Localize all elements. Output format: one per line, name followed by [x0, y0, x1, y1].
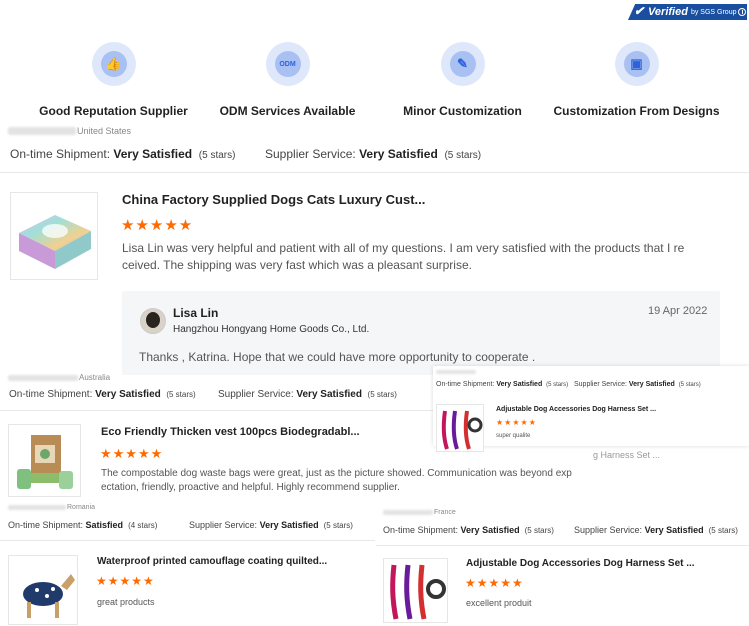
blurred-reviewer-name [8, 127, 76, 135]
review-text: excellent produit [466, 598, 532, 608]
divider [0, 172, 749, 173]
blurred-reviewer-name [383, 510, 433, 515]
checkmark-icon: ✔ [634, 4, 645, 18]
design-icon: ▣ [623, 51, 650, 77]
product-title-link[interactable]: Adjustable Dog Accessories Dog Harness S… [466, 558, 695, 569]
rating-stars: ★★★★★ [496, 418, 537, 427]
service-rating: Supplier Service: Very Satisfied (5 star… [218, 389, 397, 400]
product-image[interactable] [383, 558, 448, 623]
feature-minor-customization: ✎ Minor Customization [375, 42, 550, 118]
blurred-reviewer-name [436, 370, 476, 374]
product-image[interactable] [8, 555, 78, 625]
reviewer-location: United States [8, 126, 131, 136]
service-rating: Supplier Service: Very Satisfied (5 star… [574, 525, 738, 535]
reviewer-location [436, 370, 476, 374]
thumbs-up-icon: 👍 [100, 51, 127, 77]
blurred-reviewer-name [8, 505, 66, 510]
reply-author: Lisa Lin [173, 306, 219, 320]
reviewer-location: Australia [8, 373, 110, 382]
review-text: Lisa Lin was very helpful and patient wi… [122, 241, 685, 272]
product-title-link[interactable]: Waterproof printed camouflage coating qu… [97, 556, 327, 567]
feature-label: Good Reputation Supplier [39, 104, 188, 118]
avatar [140, 308, 166, 334]
service-rating: Supplier Service: Very Satisfied (5 star… [265, 147, 482, 161]
service-rating: Supplier Service: Very Satisfied (5 star… [189, 520, 353, 530]
feature-odm: ODM ODM Services Available [200, 42, 375, 118]
reviewer-location: Romania [8, 504, 95, 511]
partial-title: g Harness Set ... [593, 450, 661, 460]
feature-customization-designs: ▣ Customization From Designs [549, 42, 724, 118]
product-image[interactable] [10, 192, 98, 280]
rating-stars: ★★★★★ [121, 217, 194, 234]
reply-text: Thanks , Katrina. Hope that we could hav… [139, 350, 536, 364]
odm-icon: ODM [274, 51, 301, 77]
review-text: super qualite [496, 433, 531, 439]
tools-icon: ✎ [449, 51, 476, 77]
reviewer-country: United States [77, 126, 132, 136]
review-text: The compostable dog waste bags were grea… [101, 468, 572, 493]
divider [376, 545, 749, 546]
shipment-rating: On-time Shipment: Very Satisfied (5 star… [9, 389, 196, 400]
blurred-reviewer-name [8, 374, 78, 381]
review-text: great products [97, 597, 155, 607]
shipment-rating: On-time Shipment: Very Satisfied (5 star… [383, 525, 554, 535]
rating-stars: ★★★★★ [465, 576, 524, 590]
product-image[interactable] [8, 424, 81, 497]
feature-label: ODM Services Available [219, 104, 356, 118]
product-title-link[interactable]: China Factory Supplied Dogs Cats Luxury … [122, 192, 425, 207]
divider [0, 410, 435, 411]
feature-label: Minor Customization [403, 104, 522, 118]
feature-label: Customization From Designs [553, 104, 720, 118]
verified-by-label: by SGS Group [690, 8, 737, 16]
rating-stars: ★★★★★ [100, 446, 164, 461]
feature-good-reputation: 👍 Good Reputation Supplier [26, 42, 201, 118]
info-icon[interactable]: i [738, 8, 747, 16]
verified-label: Verified [648, 6, 688, 18]
product-title-link[interactable]: Eco Friendly Thicken vest 100pcs Biodegr… [101, 426, 360, 438]
verified-badge[interactable]: ✔ Verified by SGS Group i [628, 4, 747, 20]
shipment-rating: On-time Shipment: Very Satisfied (5 star… [436, 381, 569, 388]
rating-stars: ★★★★★ [96, 574, 155, 588]
product-title-link[interactable]: Adjustable Dog Accessories Dog Harness S… [496, 406, 656, 413]
shipment-rating: On-time Shipment: Satisfied (4 stars) [8, 520, 158, 530]
divider [0, 540, 375, 541]
reviewer-location: France [383, 509, 456, 516]
reply-date: 19 Apr 2022 [648, 305, 708, 317]
reply-company: Hangzhou Hongyang Home Goods Co., Ltd. [173, 324, 370, 335]
shipment-rating: On-time Shipment: Very Satisfied (5 star… [10, 147, 236, 161]
product-image[interactable] [436, 404, 484, 452]
service-rating: Supplier Service: Very Satisfied (5 star… [574, 381, 701, 388]
